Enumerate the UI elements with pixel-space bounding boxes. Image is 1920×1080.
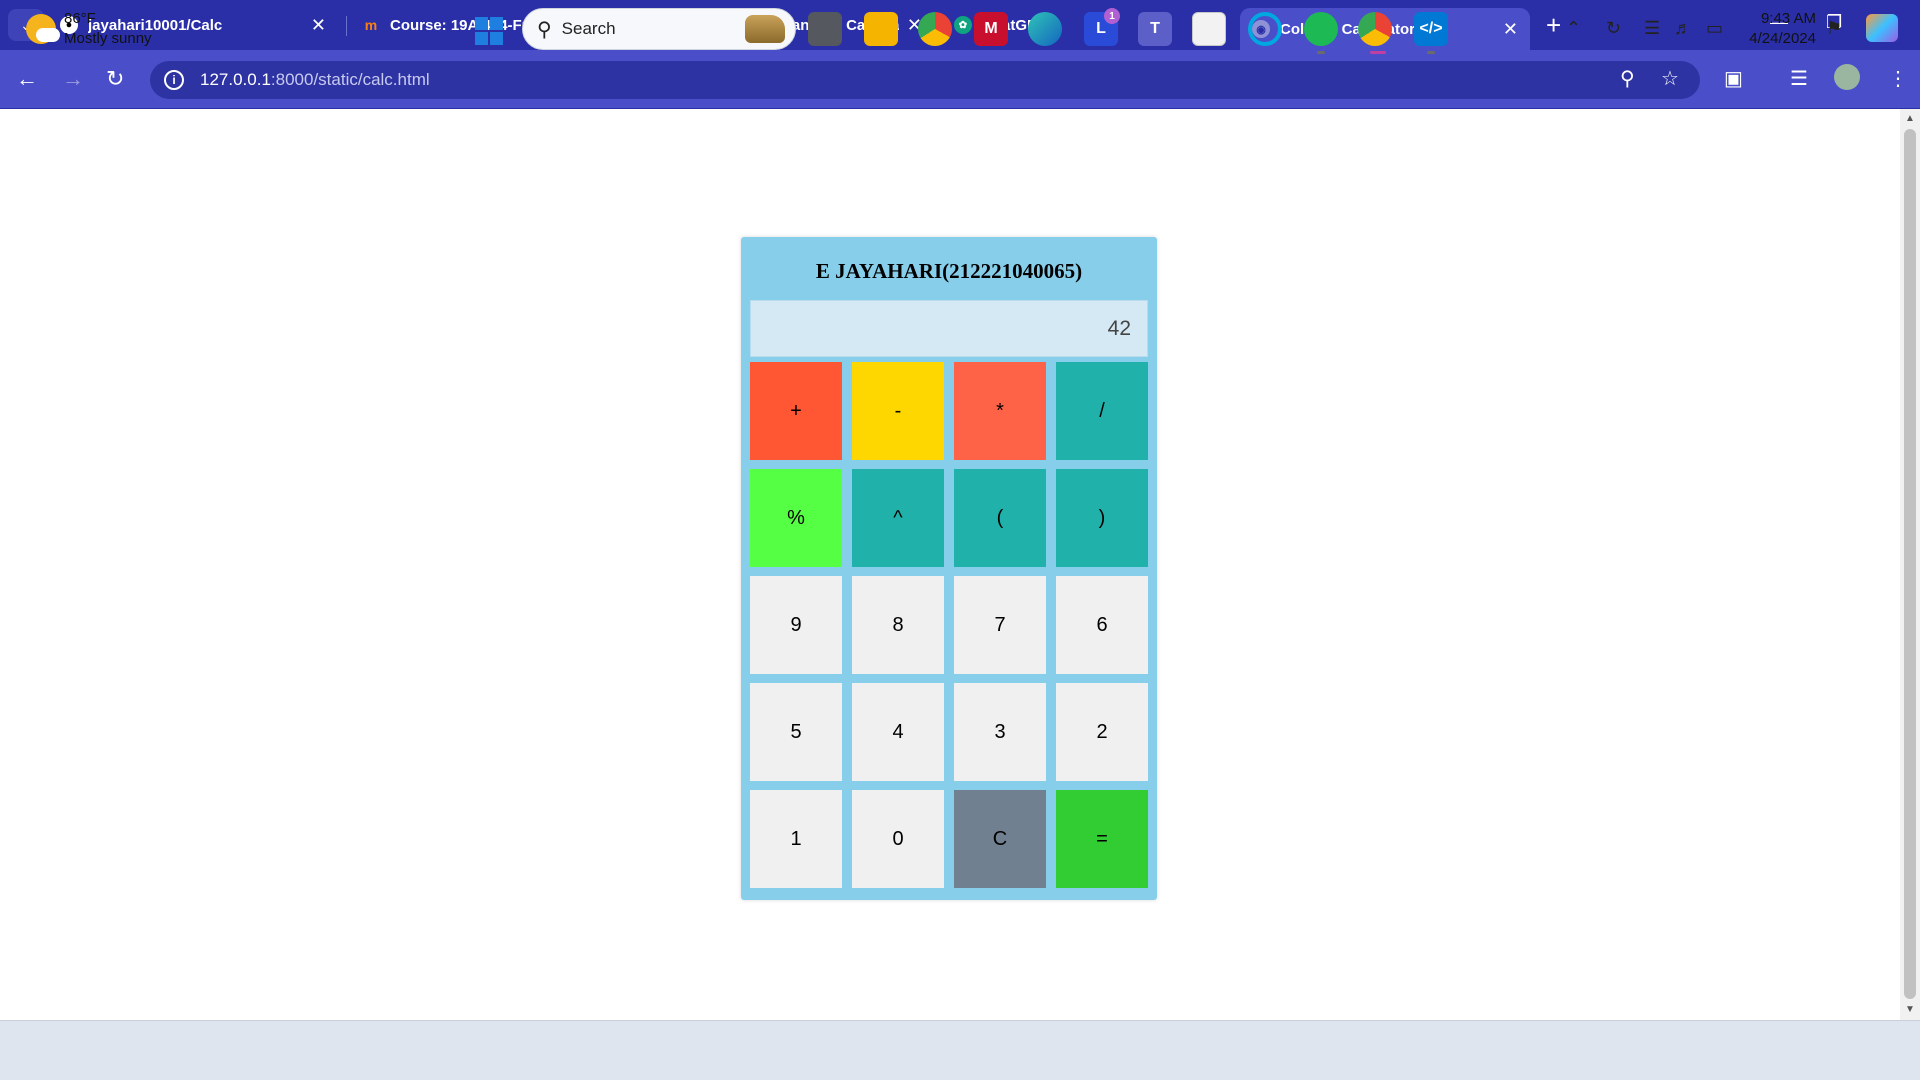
calc-key[interactable]: ) xyxy=(1056,469,1148,567)
close-icon[interactable]: ✕ xyxy=(311,15,326,36)
calc-key[interactable]: 2 xyxy=(1056,683,1148,781)
calc-key[interactable]: 0 xyxy=(852,790,944,888)
calc-key[interactable]: 3 xyxy=(954,683,1046,781)
chevron-up-icon[interactable]: ⌃ xyxy=(1566,18,1581,39)
calc-key[interactable]: C xyxy=(954,790,1046,888)
task-view-icon[interactable] xyxy=(808,12,842,46)
url-host: 127.0.0.1 xyxy=(200,70,271,89)
bookmark-star-icon[interactable]: ☆ xyxy=(1661,66,1679,91)
taskbar-search[interactable]: ⚲ Search xyxy=(522,8,796,50)
calc-key[interactable]: + xyxy=(750,362,842,460)
mcafee-icon[interactable]: M xyxy=(974,12,1008,46)
back-icon[interactable]: ← xyxy=(16,66,38,92)
calc-key[interactable]: 7 xyxy=(954,576,1046,674)
volume-icon[interactable]: ♬ xyxy=(1674,18,1692,39)
calculator-title: E JAYAHARI(212221040065) xyxy=(815,259,1083,283)
search-label: Search xyxy=(561,19,616,38)
taskbar xyxy=(0,1020,1920,1080)
forward-icon[interactable]: → xyxy=(62,66,84,92)
file-explorer-icon[interactable] xyxy=(864,12,898,46)
close-icon[interactable]: ✕ xyxy=(1503,19,1518,40)
menu-icon[interactable]: ⋮ xyxy=(1888,66,1908,91)
notification-badge: 1 xyxy=(1104,8,1120,24)
calc-key[interactable]: 9 xyxy=(750,576,842,674)
scrollbar[interactable]: ▲ ▼ xyxy=(1900,109,1920,1020)
keypad: + - * /% ^() 9 8 7 6 5 4 3 2 1 0 C = xyxy=(750,362,1148,888)
sync-icon[interactable]: ↻ xyxy=(1606,18,1621,39)
chrome-icon[interactable] xyxy=(918,12,952,46)
chrome-profile-icon[interactable] xyxy=(1358,12,1392,46)
weather-temp[interactable]: 86°F xyxy=(64,10,96,27)
calc-key[interactable]: 5 xyxy=(750,683,842,781)
profile-avatar[interactable] xyxy=(1834,64,1860,90)
weather-sun-cloud-icon[interactable] xyxy=(26,14,60,44)
extensions-icon[interactable]: ▣ xyxy=(1724,66,1743,91)
chatgpt-icon: ✿ xyxy=(954,16,972,34)
site-info-icon[interactable]: i xyxy=(164,70,184,90)
scrollbar-thumb[interactable] xyxy=(1904,129,1916,999)
calc-key[interactable]: = xyxy=(1056,790,1148,888)
url-path: :8000/static/calc.html xyxy=(270,70,430,89)
address-bar[interactable]: i 127.0.0.1:8000/static/calc.html xyxy=(150,61,1700,99)
search-highlight-image xyxy=(745,15,785,43)
scroll-down-icon[interactable]: ▼ xyxy=(1905,1004,1915,1015)
calc-key[interactable]: 1 xyxy=(750,790,842,888)
clock-time[interactable]: 9:43 AM xyxy=(1758,10,1816,27)
copilot-icon[interactable] xyxy=(1866,14,1898,42)
calc-key[interactable]: - xyxy=(852,362,944,460)
vscode-icon[interactable]: </> xyxy=(1414,12,1448,46)
alexa-icon[interactable] xyxy=(1248,12,1282,46)
running-indicator xyxy=(1427,51,1435,54)
moodle-icon: m xyxy=(364,17,378,33)
calc-key[interactable]: 6 xyxy=(1056,576,1148,674)
calc-key[interactable]: 8 xyxy=(852,576,944,674)
active-indicator xyxy=(1370,51,1386,54)
tab-divider xyxy=(346,16,347,36)
calc-key[interactable]: 4 xyxy=(852,683,944,781)
microsoft-store-icon[interactable] xyxy=(1192,12,1226,46)
url-text: 127.0.0.1:8000/static/calc.html xyxy=(200,70,430,90)
calc-key[interactable]: / xyxy=(1056,362,1148,460)
calc-key[interactable]: ^ xyxy=(852,469,944,567)
calc-key[interactable]: ( xyxy=(954,469,1046,567)
calculator: E JAYAHARI(212221040065) 42 + - * /% ^() 9 8 7 6… xyxy=(741,237,1157,900)
calc-key[interactable]: % xyxy=(750,469,842,567)
search-icon: ⚲ xyxy=(537,18,552,41)
clock-date[interactable]: 4/24/2024 xyxy=(1740,30,1816,47)
teams-icon[interactable]: T xyxy=(1138,12,1172,46)
spotify-icon[interactable] xyxy=(1304,12,1338,46)
reload-icon[interactable]: ↻ xyxy=(106,66,124,92)
calculator-display: 42 xyxy=(750,300,1148,357)
weather-description[interactable]: Mostly sunny xyxy=(64,30,152,47)
running-indicator xyxy=(1317,51,1325,54)
calc-key[interactable]: * xyxy=(954,362,1046,460)
media-control-icon[interactable]: ☰ xyxy=(1790,66,1808,91)
battery-icon[interactable]: ▭ xyxy=(1706,18,1723,39)
scroll-up-icon[interactable]: ▲ xyxy=(1905,113,1915,124)
start-windows-icon[interactable] xyxy=(475,17,503,45)
bell-icon[interactable]: ⚑ xyxy=(1826,18,1842,39)
new-tab-button[interactable]: + xyxy=(1546,10,1561,41)
edge-icon[interactable] xyxy=(1028,12,1062,46)
zoom-icon[interactable]: ⚲ xyxy=(1620,66,1635,91)
wifi-icon[interactable]: ☰ xyxy=(1644,18,1660,39)
